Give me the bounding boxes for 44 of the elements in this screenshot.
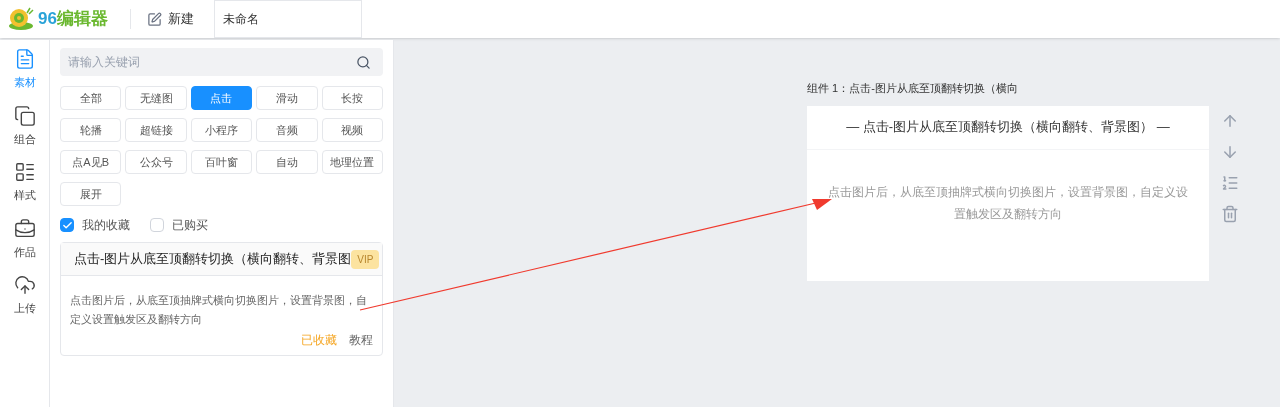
card-description: 点击图片后，从底至顶抽牌式横向切换图片，设置背景图，自定义设置触发区及翻转方向 xyxy=(70,293,368,327)
tutorial-link[interactable]: 教程 xyxy=(349,331,373,349)
component-label: 组件 1：点击-图片从底至顶翻转切换（横向 xyxy=(807,81,1019,96)
category-tag[interactable]: 自动 xyxy=(256,150,318,174)
sidebar-tab[interactable]: 上传 xyxy=(13,274,36,317)
checkbox-label: 我的收藏 xyxy=(82,217,130,234)
sidebar-tab[interactable]: 组合 xyxy=(13,104,36,147)
category-tag[interactable]: 小程序 xyxy=(190,118,253,142)
category-tag[interactable]: 视频 xyxy=(321,118,383,142)
cloud-upload-icon xyxy=(13,274,36,296)
sidebar-tab[interactable]: 作品 xyxy=(13,217,36,260)
category-tag[interactable]: 轮播 xyxy=(60,118,122,142)
category-tag[interactable]: 超链接 xyxy=(125,118,187,142)
title-field[interactable]: 未命名 xyxy=(214,0,362,38)
checkbox-label: 已购买 xyxy=(172,217,208,234)
category-tag[interactable]: 公众号 xyxy=(125,150,187,174)
new-document-icon xyxy=(147,11,162,27)
category-tag[interactable]: 长按 xyxy=(321,86,383,110)
preview-title: — 点击-图片从底至顶翻转切换（横向翻转、背景图） — xyxy=(807,105,1209,150)
sidebar-tab[interactable]: 样式 xyxy=(13,161,36,204)
category-tag[interactable]: 点A见B xyxy=(60,150,122,174)
search-field[interactable]: 请输入关键词 xyxy=(60,48,383,76)
spacing-icon[interactable] xyxy=(1221,173,1239,192)
briefcase-icon xyxy=(13,217,36,240)
logo-text: 96编辑器 xyxy=(38,8,108,31)
material-card[interactable]: 点击-图片从底至顶翻转切换（横向翻转、背景图 VIP 点击图片后，从底至顶抽牌式横向切换图片，设置背景图，自定义设置触发区及翻转方向 已收藏 教程 xyxy=(60,242,383,356)
category-tag[interactable]: 百叶窗 xyxy=(190,150,253,174)
preview-card[interactable]: — 点击-图片从底至顶翻转切换（横向翻转、背景图） — 点击图片后，从底至顶抽牌式横向切换图片，设置背景图，自定义设置触发区及翻转方向 xyxy=(807,105,1209,281)
vip-badge: VIP xyxy=(351,249,380,269)
search-icon[interactable] xyxy=(356,55,371,70)
category-tag[interactable]: 无缝图 xyxy=(125,86,187,110)
category-tag[interactable]: 音频 xyxy=(256,118,318,142)
new-button[interactable]: 新建 xyxy=(147,9,194,29)
preview-description: 点击图片后，从底至顶抽牌式横向切换图片，设置背景图，自定义设置触发区及翻转方向 xyxy=(827,183,1189,223)
snail-logo-icon xyxy=(8,7,34,31)
category-tag[interactable]: 滑动 xyxy=(256,86,318,110)
category-tag[interactable]: 展开 xyxy=(60,182,122,206)
layout-icon xyxy=(13,161,36,183)
card-title: 点击-图片从底至顶翻转切换（横向翻转、背景图 xyxy=(74,250,352,269)
category-tag[interactable]: 地理位置 xyxy=(321,150,383,174)
overlapping-squares-icon xyxy=(13,104,36,127)
checkbox[interactable] xyxy=(60,218,74,232)
delete-icon[interactable] xyxy=(1221,204,1239,223)
category-tag[interactable]: 全部 xyxy=(60,86,122,110)
